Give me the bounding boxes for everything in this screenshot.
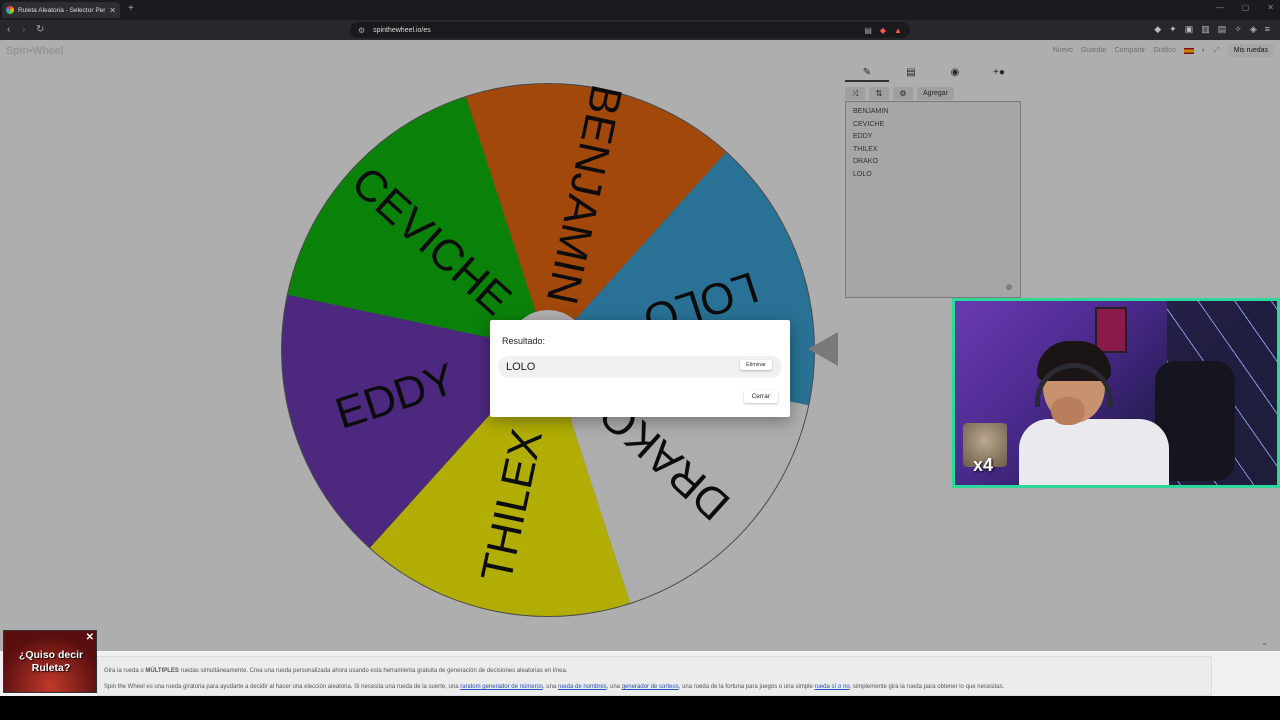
shield-icon[interactable]: ◆ [880,26,886,35]
description-line-2: Spin the Wheel es una rueda giratoria pa… [104,683,1205,691]
maximize-icon[interactable]: ▢ [1242,3,1250,12]
result-dialog: Resultado: LOLO Eliminar Cerrar [490,320,790,417]
close-window-icon[interactable]: ✕ [1267,3,1274,12]
window-controls: — ▢ ✕ [1216,3,1274,12]
wallet-icon[interactable]: ▤ [1218,24,1227,35]
favicon-icon [6,6,14,14]
description-text: Gira la rueda o MÚLTIPLES ruedas simultá… [97,656,1212,696]
minimize-icon[interactable]: — [1216,3,1224,12]
url-text: spinthewheel.io/es [373,26,431,34]
close-ad-icon[interactable]: ✕ [86,632,94,643]
tab-title: Ruleta Aleatoria - Selector Perso... [18,6,106,14]
result-box: LOLO Eliminar [498,356,782,378]
extensions-bar: ◆ ✦ ▣ ▥ ▤ ✧ ◈ ≡ [1154,24,1270,35]
extension-icon[interactable]: ◆ [1154,24,1161,35]
leo-icon[interactable]: ✧ [1234,24,1242,35]
close-button[interactable]: Cerrar [743,390,778,403]
menu-icon[interactable]: ≡ [1265,24,1270,35]
sidebar-icon[interactable]: ▥ [1201,24,1210,35]
desc-text: , simplemente gira la rueda para obtener… [849,684,1005,690]
page-content: Spin•Wheel Nuevo Guardar Compartir Gráfi… [0,40,1280,696]
desc-text: Gira la rueda o [104,668,146,674]
tab-strip: Ruleta Aleatoria - Selector Perso... ✕ +… [0,0,1280,20]
forward-icon[interactable]: › [22,24,25,35]
link-name-wheel[interactable]: rueda de nombres [558,684,607,690]
new-tab-icon[interactable]: + [128,3,134,14]
browser-tab[interactable]: Ruleta Aleatoria - Selector Perso... ✕ [2,2,120,18]
roulette-ad[interactable]: ¿Quiso decir Ruleta? ✕ [3,630,97,693]
rewards-icon[interactable]: ▲ [894,26,902,35]
remove-button[interactable]: Eliminar [740,360,772,370]
navigation-bar: ‹ › ↻ ◻ ⚙ spinthewheel.io/es ▤ ◆ ▲ ◆ ✦ ▣… [0,20,1280,40]
desc-bold: MÚLTIPLES [145,668,179,674]
reader-icon[interactable]: ▤ [864,26,872,35]
description-line-1: Gira la rueda o MÚLTIPLES ruedas simultá… [104,667,1205,675]
desc-text: , una rueda de la fortuna para juegos o … [678,684,815,690]
close-tab-icon[interactable]: ✕ [109,6,116,15]
webcam-poster [1095,307,1127,353]
wheel-pointer [808,332,838,366]
link-yes-no-wheel[interactable]: rueda sí o no [815,684,850,690]
ad-text: ¿Quiso decir Ruleta? [18,649,84,674]
result-name: LOLO [506,361,536,373]
dialog-title: Resultado: [502,336,546,346]
capture-icon[interactable]: ▣ [1185,24,1194,35]
puzzle-icon[interactable]: ✦ [1169,24,1177,35]
webcam-overlay: x4 [952,298,1280,488]
link-number-generator[interactable]: random generador de números [460,684,543,690]
site-info-icon[interactable]: ⚙ [358,26,365,35]
chevron-down-icon[interactable]: ⌄ [1261,638,1268,647]
browser-window: Ruleta Aleatoria - Selector Perso... ✕ +… [0,0,1280,720]
reload-icon[interactable]: ↻ [36,24,44,35]
desc-text: Spin the Wheel es una rueda giratoria pa… [104,684,461,690]
webcam-person-body [1019,419,1169,485]
bottom-bar [0,696,1280,720]
desc-text: ruedas simultáneamente. Crea una rueda p… [178,668,568,674]
emote-multiplier: x4 [973,455,994,475]
back-icon[interactable]: ‹ [7,24,10,35]
vpn-icon[interactable]: ◈ [1250,24,1257,35]
desc-text: , una [542,684,558,690]
webcam-person-hand [1051,397,1085,425]
desc-text: , una [606,684,622,690]
address-bar[interactable]: ⚙ spinthewheel.io/es ▤ ◆ ▲ [350,22,910,38]
link-raffle-generator[interactable]: generador de sorteos [622,684,679,690]
